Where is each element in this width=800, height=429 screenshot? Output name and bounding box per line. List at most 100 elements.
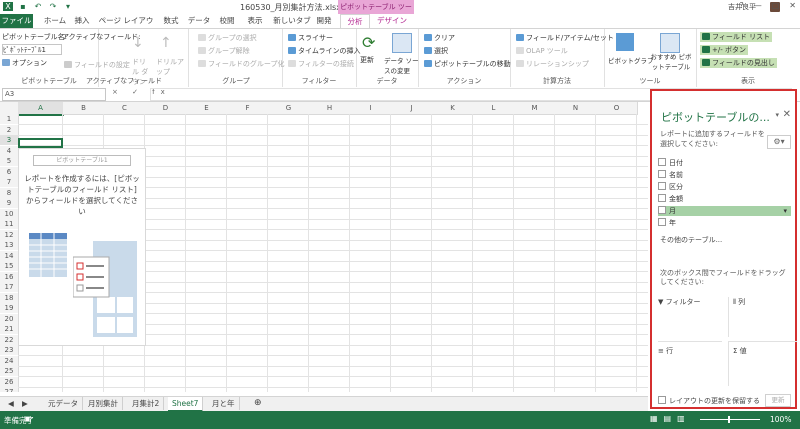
- column-header[interactable]: F: [227, 102, 269, 115]
- tab-design[interactable]: デザイン: [374, 14, 410, 28]
- field-item[interactable]: 金額: [658, 194, 791, 204]
- fields-items-sets-button[interactable]: フィールド/アイテム/セット: [516, 33, 614, 43]
- field-checkbox[interactable]: [658, 218, 666, 226]
- macro-record-icon[interactable]: ▣: [24, 414, 32, 423]
- zoom-slider[interactable]: [700, 419, 760, 420]
- view-buttons[interactable]: ▦▤▥: [650, 414, 691, 423]
- refresh-button[interactable]: 更新: [360, 55, 374, 65]
- column-header[interactable]: B: [63, 102, 105, 115]
- row-header[interactable]: 14: [0, 250, 19, 261]
- tab-analyze[interactable]: 分析: [340, 14, 370, 29]
- field-checkbox[interactable]: [658, 182, 666, 190]
- row-header[interactable]: 18: [0, 292, 19, 303]
- change-source-button[interactable]: データ ソースの変更: [384, 55, 420, 75]
- row-header[interactable]: 17: [0, 282, 19, 292]
- field-item[interactable]: 区分: [658, 182, 791, 192]
- relationships-button[interactable]: リレーションシップ: [516, 59, 589, 69]
- group-selection-button[interactable]: グループの選択: [198, 33, 257, 43]
- field-checkbox[interactable]: [658, 194, 666, 202]
- column-header[interactable]: L: [473, 102, 515, 115]
- column-header[interactable]: A: [18, 102, 64, 116]
- filter-connections-button[interactable]: フィルターの接続: [288, 59, 354, 69]
- column-header[interactable]: G: [268, 102, 310, 115]
- more-tables-link[interactable]: その他のテーブル...: [660, 235, 722, 245]
- field-item[interactable]: 年: [658, 218, 791, 228]
- tab-data[interactable]: データ: [186, 14, 212, 28]
- field-item[interactable]: 日付: [658, 158, 791, 168]
- timeline-button[interactable]: タイムラインの挿入: [288, 46, 361, 56]
- values-area[interactable]: Σ 値: [728, 341, 797, 386]
- field-checkbox[interactable]: [658, 170, 666, 178]
- options-button[interactable]: オプション: [2, 58, 47, 68]
- row-header[interactable]: 6: [0, 166, 19, 177]
- row-header[interactable]: 24: [0, 355, 19, 366]
- pivot-name-input[interactable]: ﾋﾟﾎﾞｯﾄﾃｰﾌﾞﾙ1: [2, 44, 62, 55]
- column-header[interactable]: H: [309, 102, 351, 115]
- sheet-tab-monthly[interactable]: 月別集計: [84, 397, 123, 410]
- tab-new[interactable]: 新しいタブ: [272, 14, 312, 28]
- row-header[interactable]: 9: [0, 198, 19, 208]
- field-item[interactable]: 名前: [658, 170, 791, 180]
- pivot-chart-button[interactable]: ピボットグラフ: [608, 55, 654, 65]
- slicer-button[interactable]: スライサー: [288, 33, 333, 43]
- row-header[interactable]: 23: [0, 345, 19, 355]
- pivot-placeholder[interactable]: ピボットテーブル1 レポートを作成するには、[ピボットテーブルのフィールド リス…: [18, 148, 146, 346]
- tab-insert[interactable]: 挿入: [72, 14, 92, 28]
- drill-up-button[interactable]: ドリルアップ: [156, 57, 186, 77]
- maximize-icon[interactable]: □: [772, 1, 780, 10]
- close-window-icon[interactable]: ✕: [789, 1, 796, 10]
- row-header[interactable]: 8: [0, 187, 19, 198]
- row-header[interactable]: 26: [0, 376, 19, 387]
- add-sheet-icon[interactable]: ⊕: [250, 397, 266, 410]
- row-header[interactable]: 21: [0, 324, 19, 334]
- row-header[interactable]: 13: [0, 240, 19, 250]
- ungroup-button[interactable]: グループ解除: [198, 46, 250, 56]
- sheet-tab-motodata[interactable]: 元データ: [44, 397, 83, 410]
- close-icon[interactable]: ✕: [783, 109, 791, 120]
- columns-area[interactable]: ⫴ 列: [728, 297, 797, 337]
- active-cell[interactable]: [18, 138, 63, 148]
- row-header[interactable]: 27: [0, 387, 19, 392]
- redo-icon[interactable]: ↷: [48, 2, 58, 11]
- pane-menu-icon[interactable]: ▾: [775, 111, 779, 119]
- gear-icon[interactable]: ⚙▾: [767, 135, 791, 149]
- row-header[interactable]: 11: [0, 219, 19, 229]
- checkbox[interactable]: [658, 396, 666, 404]
- sheet-tab-month-year[interactable]: 月と年: [208, 397, 240, 410]
- sheet-tab-sheet7[interactable]: Sheet7: [168, 397, 204, 412]
- tab-review[interactable]: 校閲: [216, 14, 238, 28]
- update-button[interactable]: 更新: [765, 394, 791, 407]
- sheet-tab-monthly2[interactable]: 月集計2: [128, 397, 165, 410]
- field-item-selected[interactable]: 月 ▾: [658, 206, 791, 216]
- column-header[interactable]: J: [391, 102, 433, 115]
- rows-area[interactable]: ≡ 行: [658, 341, 722, 386]
- select-button[interactable]: 選択: [424, 46, 448, 56]
- column-header[interactable]: O: [596, 102, 638, 115]
- field-headers-toggle[interactable]: フィールドの見出し: [700, 58, 777, 68]
- column-header[interactable]: D: [145, 102, 187, 115]
- move-pivot-button[interactable]: ピボットテーブルの移動: [424, 59, 511, 69]
- group-field-button[interactable]: フィールドのグループ化: [198, 59, 284, 69]
- column-header[interactable]: I: [350, 102, 392, 115]
- column-header[interactable]: K: [432, 102, 474, 115]
- row-header[interactable]: 5: [0, 156, 19, 166]
- olap-tools-button[interactable]: OLAP ツール: [516, 46, 568, 56]
- tab-file[interactable]: ファイル: [0, 14, 33, 28]
- row-header[interactable]: 20: [0, 313, 19, 324]
- row-header[interactable]: 22: [0, 334, 19, 345]
- row-header[interactable]: 16: [0, 271, 19, 282]
- row-header[interactable]: 25: [0, 366, 19, 376]
- tab-home[interactable]: ホーム: [40, 14, 70, 28]
- recommended-pivot-button[interactable]: おすすめ ピボットテーブル: [648, 51, 694, 71]
- defer-update-checkbox[interactable]: レイアウトの更新を保留する: [658, 396, 760, 406]
- field-checkbox[interactable]: [658, 158, 666, 166]
- row-header[interactable]: 15: [0, 261, 19, 271]
- row-header[interactable]: 7: [0, 177, 19, 187]
- clear-button[interactable]: クリア: [424, 33, 455, 43]
- zoom-level[interactable]: 100%: [770, 415, 791, 424]
- field-list-toggle[interactable]: フィールド リスト: [700, 32, 773, 42]
- tab-formulas[interactable]: 数式: [160, 14, 182, 28]
- sheet-nav-prev-icon[interactable]: ◀: [4, 397, 18, 410]
- tab-view[interactable]: 表示: [244, 14, 266, 28]
- row-header[interactable]: 12: [0, 229, 19, 240]
